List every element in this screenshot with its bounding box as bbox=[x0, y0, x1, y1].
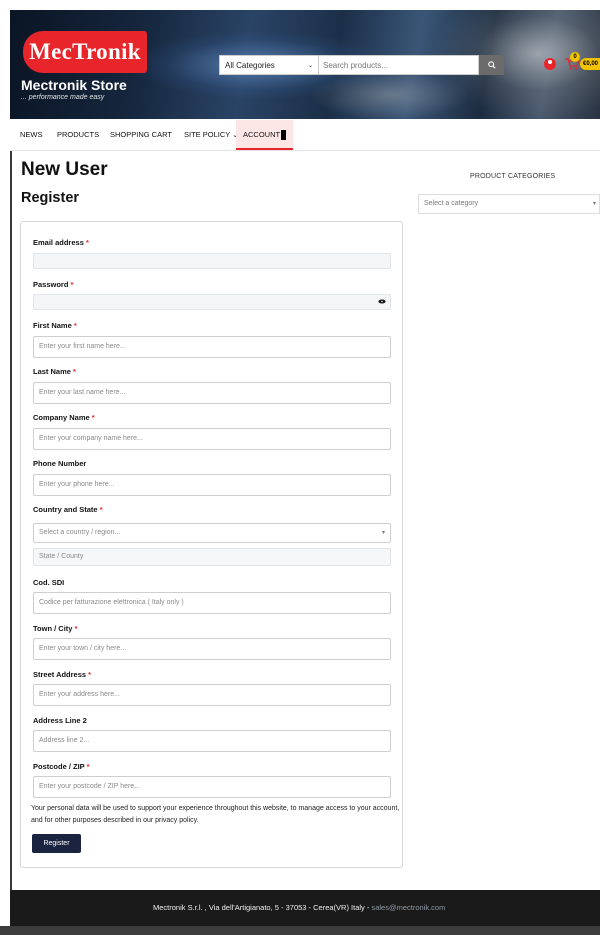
header-banner-highlight bbox=[310, 70, 470, 119]
site-logo[interactable]: MecTronik bbox=[23, 31, 147, 73]
search-icon bbox=[487, 61, 496, 69]
product-search: All Categories ⌄ bbox=[219, 55, 504, 75]
main-navigation: NEWS PRODUCTS SHOPPING CART SITE POLICY … bbox=[10, 120, 600, 151]
nav-item-shopping-cart[interactable]: SHOPPING CART bbox=[110, 120, 172, 150]
phone-number-label: Phone Number bbox=[33, 459, 87, 468]
first-name-label: First Name * bbox=[33, 321, 77, 330]
chevron-down-icon: ⌄ bbox=[307, 62, 313, 69]
store-tagline: ... performance made easy bbox=[21, 94, 105, 101]
postcode-field[interactable]: Enter your postcode / ZIP here... bbox=[33, 776, 391, 798]
nav-item-site-policy[interactable]: SITE POLICY ⌄ bbox=[184, 120, 238, 150]
nav-item-news[interactable]: NEWS bbox=[20, 120, 43, 150]
nav-item-label: SITE POLICY bbox=[184, 130, 231, 139]
address-line-2-field[interactable]: Address line 2... bbox=[33, 730, 391, 752]
password-label: Password * bbox=[33, 280, 74, 289]
country-select[interactable]: Select a country / region... ▾ bbox=[33, 523, 391, 543]
phone-number-field[interactable]: Enter your phone here... bbox=[33, 474, 391, 496]
page-title: New User bbox=[21, 159, 108, 180]
street-address-label: Street Address * bbox=[33, 670, 92, 679]
state-field[interactable]: State / County bbox=[33, 548, 391, 566]
town-city-label: Town / City * bbox=[33, 624, 78, 633]
search-input[interactable] bbox=[319, 55, 479, 75]
password-field[interactable] bbox=[33, 294, 391, 310]
town-city-field[interactable]: Enter your town / city here... bbox=[33, 638, 391, 660]
store-name[interactable]: Mectronik Store bbox=[21, 77, 127, 93]
email-label: Email address * bbox=[33, 238, 89, 247]
text-cursor bbox=[281, 130, 287, 141]
address-line-2-label: Address Line 2 bbox=[33, 716, 87, 725]
cart-total[interactable]: €0,00 bbox=[580, 58, 600, 70]
last-name-field[interactable]: Enter your last name here... bbox=[33, 382, 391, 404]
privacy-notice: Your personal data will be used to suppo… bbox=[31, 805, 400, 824]
nav-item-products[interactable]: PRODUCTS bbox=[57, 120, 99, 150]
sdi-code-label: Cod. SDI bbox=[33, 578, 65, 587]
footer-email-link[interactable]: sales@mectronik.com bbox=[371, 903, 445, 912]
chevron-down-icon: ▾ bbox=[592, 201, 596, 207]
register-button[interactable]: Register bbox=[32, 834, 81, 853]
country-state-label: Country and State * bbox=[33, 505, 103, 514]
user-account-icon[interactable] bbox=[544, 58, 556, 70]
first-name-field[interactable]: Enter your first name here... bbox=[33, 336, 391, 358]
last-name-label: Last Name * bbox=[33, 367, 76, 376]
category-select[interactable]: Select a category ▾ bbox=[418, 194, 600, 214]
company-name-label: Company Name * bbox=[33, 413, 95, 422]
search-category-value: All Categories bbox=[225, 60, 275, 70]
form-title: Register bbox=[21, 190, 80, 206]
top-strip bbox=[0, 0, 600, 10]
email-field[interactable] bbox=[33, 253, 391, 269]
left-border bbox=[10, 151, 12, 890]
postcode-label: Postcode / ZIP * bbox=[33, 762, 90, 771]
search-button[interactable] bbox=[479, 55, 504, 75]
eye-icon[interactable] bbox=[378, 299, 386, 304]
sidebar-title: PRODUCT CATEGORIES bbox=[470, 173, 556, 180]
bottom-strip bbox=[0, 926, 600, 935]
street-address-field[interactable]: Enter your address here... bbox=[33, 684, 391, 706]
footer-address: Mectronik S.r.l. , Via dell'Artigianato,… bbox=[153, 903, 446, 912]
nav-item-account[interactable]: ACCOUNT bbox=[236, 120, 294, 150]
country-select-value: Select a country / region... bbox=[39, 529, 121, 536]
search-category-select[interactable]: All Categories ⌄ bbox=[219, 55, 319, 75]
chevron-down-icon: ▾ bbox=[381, 530, 385, 536]
nav-item-label: ACCOUNT bbox=[243, 130, 281, 139]
cart-count-badge: 0 bbox=[570, 52, 580, 62]
company-name-field[interactable]: Enter your company name here... bbox=[33, 428, 391, 450]
category-select-value: Select a category bbox=[424, 200, 479, 207]
sdi-code-field[interactable]: Codice per fatturazione elettronica ( It… bbox=[33, 592, 391, 614]
